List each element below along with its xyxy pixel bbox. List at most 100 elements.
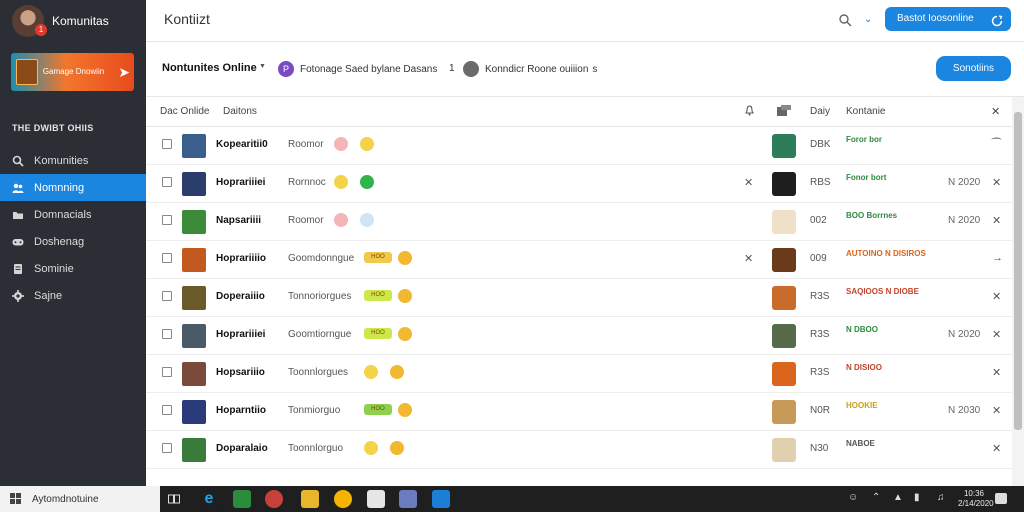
- row-name[interactable]: Kopearitii0: [216, 139, 268, 150]
- emoji-icon[interactable]: [360, 175, 374, 189]
- emoji-icon[interactable]: [360, 137, 374, 151]
- row-close-icon[interactable]: →: [992, 252, 1003, 264]
- column-header-day[interactable]: Daiy: [810, 106, 830, 117]
- filter-action-button[interactable]: Sonotiins: [936, 56, 1011, 81]
- filter-chip-secondary[interactable]: Konndicr Roone ouiiion s: [463, 60, 597, 78]
- member-avatar[interactable]: [772, 210, 796, 234]
- store-app-icon[interactable]: [233, 490, 251, 508]
- emoji-icon[interactable]: [360, 213, 374, 227]
- table-row[interactable]: Hoprariiiio Goomdonngue HOO ✕ 009 AUTOINO N D…: [146, 241, 1012, 279]
- chevron-down-icon[interactable]: ⌄: [864, 13, 876, 27]
- member-avatar[interactable]: [772, 324, 796, 348]
- member-avatar[interactable]: [772, 362, 796, 386]
- row-name[interactable]: Hoprariiiio: [216, 253, 266, 264]
- close-icon[interactable]: ✕: [991, 105, 1000, 118]
- member-avatar[interactable]: [772, 400, 796, 424]
- table-row[interactable]: Doparalaio Toonnlorguo N30 NABOE ✕: [146, 431, 1012, 469]
- row-checkbox[interactable]: [162, 443, 172, 453]
- chrome-browser-icon[interactable]: [334, 490, 352, 508]
- security-app-icon[interactable]: [367, 490, 385, 508]
- row-close-icon[interactable]: ✕: [992, 328, 1001, 341]
- chevron-up-icon[interactable]: ⌃: [872, 492, 880, 503]
- sidebar-item-sominie[interactable]: Sominie: [0, 255, 146, 282]
- member-avatar[interactable]: [772, 134, 796, 158]
- row-close-icon[interactable]: ⁀: [992, 138, 1001, 151]
- caret-down-icon[interactable]: ▼: [259, 63, 266, 70]
- windows-logo-icon[interactable]: [10, 493, 21, 504]
- media-app-icon[interactable]: [265, 490, 283, 508]
- table-row[interactable]: Doperaiiio Tonnoriorgues HOO R3S SAQIOOS N D…: [146, 279, 1012, 317]
- battery-icon[interactable]: ▮: [914, 492, 920, 503]
- volume-icon[interactable]: ♫: [937, 492, 945, 503]
- row-name[interactable]: Napsariiii: [216, 215, 261, 226]
- row-name[interactable]: Hoprariiiei: [216, 177, 265, 188]
- row-close-icon[interactable]: ✕: [992, 290, 1001, 303]
- emoji-icon[interactable]: [398, 403, 412, 417]
- people-icon[interactable]: ☺: [848, 492, 858, 503]
- emoji-icon[interactable]: [390, 365, 404, 379]
- row-checkbox[interactable]: [162, 329, 172, 339]
- arrow-right-icon[interactable]: ➤: [114, 62, 134, 82]
- task-view-icon[interactable]: [168, 493, 180, 505]
- row-close-icon[interactable]: ✕: [992, 442, 1001, 455]
- taskbar-clock[interactable]: 10:36 2/14/2020: [958, 489, 994, 509]
- row-name[interactable]: Doperaiiio: [216, 291, 265, 302]
- remove-icon[interactable]: ✕: [744, 176, 753, 189]
- column-header-name[interactable]: Dac Onlide: [160, 106, 209, 117]
- row-name[interactable]: Hoparntiio: [216, 405, 266, 416]
- row-checkbox[interactable]: [162, 405, 172, 415]
- table-row[interactable]: Hoprariiiei Rornnoc ✕ RBS Fonor bort N 2020 ✕: [146, 165, 1012, 203]
- row-close-icon[interactable]: ✕: [992, 404, 1001, 417]
- member-avatar[interactable]: [772, 286, 796, 310]
- row-name[interactable]: Doparalaio: [216, 443, 268, 454]
- promo-banner[interactable]: Gamage Dnowiin ➤: [11, 53, 134, 91]
- filter-chip-primary[interactable]: P Fotonage Saed bylane Dasans: [278, 60, 437, 78]
- column-header-status[interactable]: Kontanie: [846, 106, 885, 117]
- row-checkbox[interactable]: [162, 367, 172, 377]
- row-close-icon[interactable]: ✕: [992, 366, 1001, 379]
- network-icon[interactable]: ▲: [893, 492, 903, 503]
- emoji-icon[interactable]: [390, 441, 404, 455]
- image-icon[interactable]: [777, 105, 791, 119]
- row-checkbox[interactable]: [162, 139, 172, 149]
- row-checkbox[interactable]: [162, 215, 172, 225]
- scrollbar-thumb[interactable]: [1014, 112, 1022, 430]
- online-filter-dropdown[interactable]: Nontunites Online: [162, 62, 257, 74]
- file-explorer-icon[interactable]: [301, 490, 319, 508]
- sidebar-item-sajne[interactable]: Sajne: [0, 282, 146, 309]
- row-checkbox[interactable]: [162, 253, 172, 263]
- user-avatar[interactable]: 1: [12, 5, 47, 37]
- row-name[interactable]: Hoprariiiei: [216, 329, 265, 340]
- row-name[interactable]: Hopsariiio: [216, 367, 265, 378]
- sidebar-profile[interactable]: 1 Komunitas: [0, 0, 146, 42]
- sidebar-item-doshenag[interactable]: Doshenag: [0, 228, 146, 255]
- row-close-icon[interactable]: ✕: [992, 214, 1001, 227]
- row-close-icon[interactable]: ✕: [992, 176, 1001, 189]
- reaction-icon[interactable]: [364, 441, 378, 455]
- reaction-icon[interactable]: [364, 365, 378, 379]
- member-avatar[interactable]: [772, 438, 796, 462]
- sidebar-item-komunities[interactable]: Komunities: [0, 147, 146, 174]
- table-row[interactable]: Hoparntiio Tonmiorguo HOO N0R HOOKIE N 2030 ✕: [146, 393, 1012, 431]
- row-checkbox[interactable]: [162, 291, 172, 301]
- reaction-icon[interactable]: [334, 175, 348, 189]
- primary-action-button[interactable]: Bastot Ioosonline: [885, 7, 1011, 31]
- member-avatar[interactable]: [772, 248, 796, 272]
- photos-app-icon[interactable]: [432, 490, 450, 508]
- table-row[interactable]: Kopearitii0 Roomor DBK Foror bor ⁀: [146, 127, 1012, 165]
- reaction-icon[interactable]: [334, 213, 348, 227]
- emoji-icon[interactable]: [398, 289, 412, 303]
- taskbar-search[interactable]: Aytomdnotuine: [0, 486, 160, 512]
- column-header-details[interactable]: Daitons: [223, 106, 257, 117]
- table-row[interactable]: Hopsariiio Toonnlorgues R3S N DISIOO ✕: [146, 355, 1012, 393]
- calculator-app-icon[interactable]: [399, 490, 417, 508]
- edge-browser-icon[interactable]: e: [200, 490, 218, 508]
- bell-icon[interactable]: [744, 105, 755, 119]
- search-icon[interactable]: [838, 13, 852, 27]
- sidebar-item-nomnning[interactable]: Nomnning: [0, 174, 146, 201]
- emoji-icon[interactable]: [398, 327, 412, 341]
- member-avatar[interactable]: [772, 172, 796, 196]
- sidebar-item-domnacials[interactable]: Domnacials: [0, 201, 146, 228]
- remove-icon[interactable]: ✕: [744, 252, 753, 265]
- table-row[interactable]: Napsariiii Roomor 002 BOO Borrnes N 2020 ✕: [146, 203, 1012, 241]
